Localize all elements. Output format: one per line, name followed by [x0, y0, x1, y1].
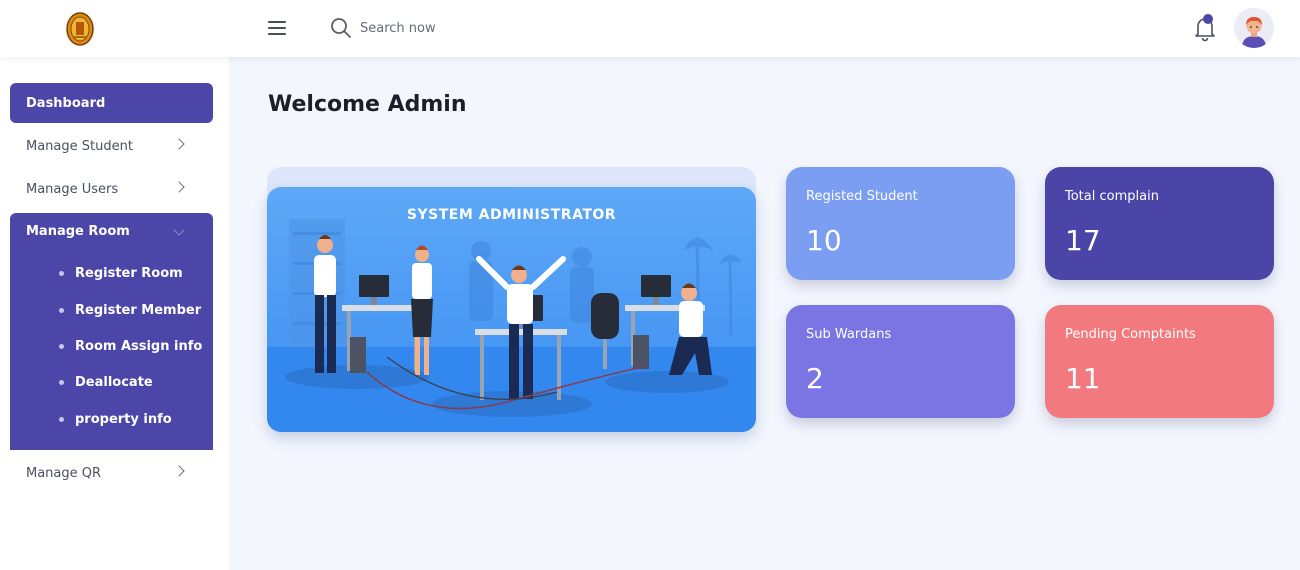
sidebar-subitem-room-assign-info[interactable]: Room Assign info — [59, 339, 202, 354]
sidebar-item-label: Manage Users — [26, 181, 119, 197]
system-administrator-illustration — [267, 219, 756, 432]
avatar[interactable] — [1234, 8, 1274, 48]
stat-card-value: 2 — [806, 362, 824, 395]
bullet-icon — [59, 417, 64, 422]
stat-card-label: Registed Student — [806, 189, 918, 204]
sidebar-subitem-register-room[interactable]: Register Room — [59, 266, 183, 281]
sidebar-item-label: Manage QR — [26, 465, 102, 481]
notification-badge — [1203, 14, 1213, 24]
search-icon[interactable] — [330, 17, 352, 39]
chevron-down-icon[interactable] — [173, 224, 185, 236]
chevron-right-icon — [173, 181, 185, 193]
bullet-icon — [59, 344, 64, 349]
sidebar-subitem-label: Room Assign info — [75, 339, 203, 354]
page-title: Welcome Admin — [268, 92, 467, 117]
sidebar-subitem-label: property info — [75, 412, 172, 427]
bullet-icon — [59, 308, 64, 313]
sidebar-item-manage-student[interactable]: Manage Student — [10, 126, 213, 166]
sidebar-item-dashboard[interactable]: Dashboard — [10, 83, 213, 123]
stat-card-value: 10 — [806, 224, 842, 257]
stat-card-value: 17 — [1065, 224, 1101, 257]
stat-card-value: 11 — [1065, 362, 1101, 395]
stat-card-pending-comptaints[interactable]: Pending Comptaints 11 — [1045, 305, 1274, 418]
bullet-icon — [59, 271, 64, 276]
sidebar-item-label: Dashboard — [26, 95, 106, 111]
sidebar-group-manage-room: Manage Room Register Room Register Membe… — [10, 213, 213, 450]
sidebar-subitem-label: Register Member — [75, 303, 202, 318]
chevron-right-icon — [173, 465, 185, 477]
sidebar-subitem-property-info[interactable]: property info — [59, 412, 172, 427]
sidebar-subitem-register-member[interactable]: Register Member — [59, 303, 201, 318]
stat-card-total-complain[interactable]: Total complain 17 — [1045, 167, 1274, 280]
sidebar-subitem-label: Register Room — [75, 266, 183, 281]
menu-toggle-button[interactable] — [266, 17, 288, 39]
stat-card-registed-student[interactable]: Registed Student 10 — [786, 167, 1015, 280]
sidebar-subitem-label: Deallocate — [75, 375, 153, 390]
sidebar-item-manage-room[interactable]: Manage Room — [26, 224, 130, 239]
stat-card-label: Pending Comptaints — [1065, 327, 1196, 342]
sidebar-item-manage-users[interactable]: Manage Users — [10, 169, 213, 209]
sidebar-item-label: Manage Student — [26, 138, 133, 154]
chevron-right-icon — [173, 138, 185, 150]
bullet-icon — [59, 380, 64, 385]
top-bar — [0, 0, 1300, 57]
sidebar-subitem-deallocate[interactable]: Deallocate — [59, 375, 153, 390]
sidebar: Dashboard Manage Student Manage Users Ma… — [0, 57, 229, 570]
stat-card-sub-wardans[interactable]: Sub Wardans 2 — [786, 305, 1015, 418]
logo-icon[interactable] — [65, 11, 95, 47]
search-input[interactable] — [360, 14, 620, 42]
stat-card-label: Sub Wardans — [806, 327, 892, 342]
stat-card-label: Total complain — [1065, 189, 1159, 204]
hero-banner: SYSTEM ADMINISTRATOR — [267, 187, 756, 432]
sidebar-item-manage-qr[interactable]: Manage QR — [10, 453, 213, 493]
